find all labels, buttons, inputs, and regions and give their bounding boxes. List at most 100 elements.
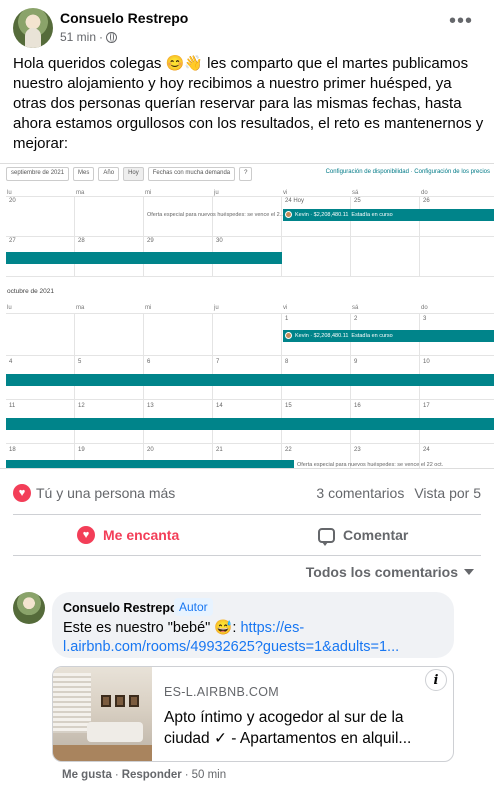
post-time[interactable]: 51 min: [60, 30, 96, 44]
booking-bar: [6, 460, 294, 468]
day-number: 18: [9, 447, 16, 453]
grid-line: [281, 196, 282, 276]
thumbnail-frame: [129, 695, 139, 707]
booking-label: Kevin · $2,208,480.11 Estadía en curso: [285, 211, 393, 218]
day-number: 24 Hoy: [285, 198, 305, 204]
day-number: 27: [9, 238, 16, 244]
grid-line: [419, 196, 420, 276]
divider: [13, 514, 481, 515]
comment-text: Este es nuestro "bebé" 😅: https://es-l.a…: [63, 619, 448, 657]
grid-line: [6, 236, 494, 237]
day-header: ju: [214, 305, 219, 311]
day-number: 17: [423, 403, 430, 409]
special-offer-note: Oferta especial para nuevos huéspedes: s…: [297, 462, 444, 468]
day-number: 19: [78, 447, 85, 453]
day-number: 10: [423, 359, 430, 365]
grid-line: [143, 313, 144, 468]
grid-line: [6, 443, 494, 444]
reaction-text: Tú y una persona más: [36, 485, 176, 501]
thumbnail-sofa: [87, 722, 143, 742]
calendar-config-links: Configuración de disponibilidad · Config…: [325, 169, 490, 175]
action-separator: ·: [114, 769, 119, 781]
comments-count[interactable]: 3 comentarios: [316, 485, 404, 501]
grid-line: [74, 313, 75, 468]
post-author[interactable]: Consuelo Restrepo: [60, 10, 188, 26]
like-comment-link[interactable]: Me gusta: [62, 769, 112, 781]
day-header: ma: [76, 305, 85, 311]
calendar-toolbar: septiembre de 2021 Mes Año Hoy Fechas co…: [6, 167, 253, 181]
preview-domain: ES-L.AIRBNB.COM: [164, 685, 279, 699]
comment-filter-dropdown[interactable]: Todos los comentarios: [306, 564, 474, 580]
day-header: do: [421, 305, 428, 311]
month-button: Mes: [73, 167, 95, 181]
comment-filter-label: Todos los comentarios: [305, 564, 458, 580]
thumbnail-frame: [101, 695, 111, 707]
day-header: lu: [7, 305, 12, 311]
info-icon[interactable]: i: [425, 669, 447, 691]
month-select: septiembre de 2021: [6, 167, 70, 181]
comment-button[interactable]: Comentar: [318, 519, 408, 551]
commenter-avatar[interactable]: [13, 592, 45, 624]
day-number: 16: [354, 403, 361, 409]
action-separator: ·: [184, 769, 189, 781]
comment-time[interactable]: 50 min: [192, 769, 227, 781]
guest-name: Kevin · $2,208,480.11: [295, 211, 349, 218]
views-count[interactable]: Vista por 5: [414, 485, 481, 501]
calendar-screenshot-image[interactable]: septiembre de 2021 Mes Año Hoy Fechas co…: [0, 163, 494, 469]
day-number: 24: [423, 447, 430, 453]
day-number: 8: [285, 359, 289, 365]
day-number: 28: [78, 238, 85, 244]
author-avatar[interactable]: [13, 8, 53, 48]
grid-line: [6, 355, 494, 356]
day-number: 26: [423, 198, 430, 204]
day-number: 15: [285, 403, 292, 409]
reply-link[interactable]: Responder: [122, 769, 182, 781]
help-button: ?: [239, 167, 253, 181]
preview-thumbnail: [53, 667, 152, 761]
high-demand-button: Fechas con mucha demanda: [147, 167, 236, 181]
day-number: 21: [216, 447, 223, 453]
day-number: 14: [216, 403, 223, 409]
day-number: 25: [354, 198, 361, 204]
guest-avatar: [285, 211, 292, 218]
guest-name: Kevin · $2,208,480.11: [295, 332, 349, 339]
reaction-summary[interactable]: ♥ Tú y una persona más: [13, 484, 175, 502]
grid-line: [281, 313, 282, 468]
booking-bar: [6, 374, 494, 386]
love-reaction-icon: ♥: [13, 484, 31, 502]
grid-line: [212, 196, 213, 276]
comment-actions: Me gusta · Responder · 50 min: [62, 769, 226, 781]
day-number: 9: [354, 359, 358, 365]
more-options-icon[interactable]: •••: [449, 11, 473, 31]
comment-text-body: Este es nuestro "bebé" 😅:: [63, 620, 241, 636]
guest-avatar: [285, 332, 292, 339]
comment-bubble: Consuelo Restrepo Autor Este es nuestro …: [52, 592, 454, 658]
grid-line: [74, 196, 75, 276]
day-header: mi: [145, 305, 152, 311]
preview-title: Apto íntimo y acogedor al sur de la ciud…: [164, 709, 412, 747]
day-number: 1: [285, 316, 289, 322]
day-header: sá: [352, 305, 359, 311]
grid-line: [350, 196, 351, 276]
caret-down-icon: [464, 569, 474, 575]
grid-line: [143, 196, 144, 276]
link-preview-card[interactable]: ES-L.AIRBNB.COM Apto íntimo y acogedor a…: [52, 666, 454, 762]
day-number: 30: [216, 238, 223, 244]
comment-author[interactable]: Consuelo Restrepo: [63, 601, 178, 615]
day-number: 20: [147, 447, 154, 453]
love-button[interactable]: ♥ Me encanta: [77, 519, 179, 551]
day-number: 12: [78, 403, 85, 409]
day-number: 22: [285, 447, 292, 453]
public-globe-icon: [106, 31, 118, 43]
divider: [13, 555, 481, 556]
comment-bubble-icon: [318, 527, 335, 546]
grid-line: [212, 313, 213, 468]
stay-status: Estadía en curso: [351, 332, 393, 339]
special-offer-note: Oferta especial para nuevos huéspedes: s…: [147, 212, 285, 218]
thumbnail-frame: [115, 695, 125, 707]
today-button: Hoy: [123, 167, 144, 181]
grid-line: [6, 196, 494, 197]
october-title: octubre de 2021: [7, 288, 54, 295]
thumbnail-floor: [53, 745, 152, 761]
day-number: 11: [9, 403, 16, 409]
